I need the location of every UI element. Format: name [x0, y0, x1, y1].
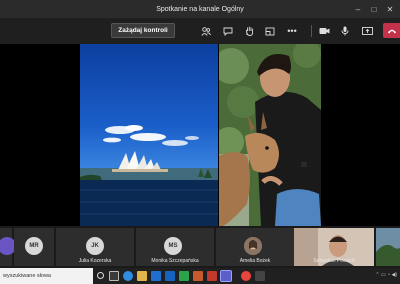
shared-video-sydney-opera-house [80, 44, 218, 226]
opera-house-scene [80, 125, 218, 226]
participant-tile[interactable] [0, 228, 16, 266]
pdf-reader-icon[interactable] [207, 271, 217, 281]
title-bar: Spotkanie na kanale Ogólny – □ ✕ [0, 0, 400, 18]
participant-tile[interactable]: JK Julia Kozerska [56, 228, 134, 266]
avatar: MR [25, 237, 43, 255]
people-icon[interactable] [199, 24, 213, 38]
avatar: JK [86, 237, 104, 255]
window-controls: – □ ✕ [350, 0, 398, 18]
taskbar-search[interactable]: wyszukiwane słowa [0, 268, 93, 284]
meeting-toolbar: Zażądaj kontroli ••• [0, 18, 400, 44]
excel-icon[interactable] [179, 271, 189, 281]
store-icon[interactable] [151, 271, 161, 281]
teams-icon[interactable] [220, 270, 232, 282]
request-control-button[interactable]: Zażądaj kontroli [111, 23, 175, 38]
mic-icon[interactable] [338, 24, 352, 38]
file-explorer-icon[interactable] [137, 271, 147, 281]
participant-name: Monika Szczepańska [151, 258, 199, 264]
participant-name: Sebastian Peciuch [313, 258, 355, 264]
windows-taskbar: wyszukiwane słowa ⌃ ▭ ◔ ◀) [0, 268, 400, 284]
minimize-icon[interactable]: – [350, 0, 366, 18]
camera-icon[interactable] [317, 24, 331, 38]
video-stage [0, 44, 400, 226]
more-icon[interactable]: ••• [285, 24, 299, 38]
system-tray[interactable]: ⌃ ▭ ◔ ◀) [375, 272, 397, 278]
outlook-icon[interactable] [165, 271, 175, 281]
raise-hand-icon[interactable] [242, 24, 256, 38]
shared-video-man-with-kangaroo [219, 44, 321, 226]
participant-name: Julia Kozerska [78, 258, 112, 264]
avatar [244, 237, 262, 255]
window-title: Spotkanie na kanale Ogólny [156, 5, 244, 13]
participants-filmstrip: MR JK Julia Kozerska MS Monika Szczepańs… [0, 226, 400, 268]
teams-meeting-window: Spotkanie na kanale Ogólny – □ ✕ Zażądaj… [0, 0, 400, 284]
participant-name: Amelia Bożek [239, 258, 271, 264]
participant-tile[interactable] [376, 228, 400, 266]
profile-photo [244, 237, 262, 255]
chrome-icon[interactable] [241, 271, 251, 281]
edge-icon[interactable] [123, 271, 133, 281]
close-icon[interactable]: ✕ [382, 0, 398, 18]
app-icon[interactable] [255, 271, 265, 281]
task-view-icon[interactable] [97, 272, 104, 279]
avatar: MS [164, 237, 182, 255]
participant-tile[interactable]: Amelia Bożek [216, 228, 294, 266]
participant-tile[interactable]: MS Monika Szczepańska [136, 228, 214, 266]
chat-icon[interactable] [221, 24, 235, 38]
participant-video [376, 228, 400, 266]
toolbar-divider [311, 25, 312, 37]
leave-icon [387, 29, 396, 33]
participant-tile[interactable]: Sebastian Peciuch [294, 228, 374, 266]
multitask-icon[interactable] [109, 271, 119, 281]
participant-tile[interactable]: MR [14, 228, 54, 266]
kangaroo-scene [219, 44, 321, 226]
maximize-icon[interactable]: □ [366, 0, 382, 18]
powerpoint-icon[interactable] [193, 271, 203, 281]
leave-button[interactable] [383, 23, 400, 38]
rooms-icon[interactable] [263, 24, 277, 38]
share-icon[interactable] [360, 24, 374, 38]
